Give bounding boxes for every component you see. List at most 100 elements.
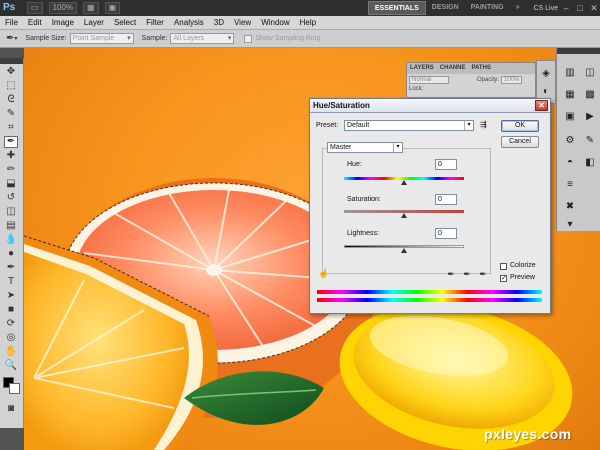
show-sampling-ring-checkbox[interactable]: [244, 34, 253, 43]
path-selection-tool-icon[interactable]: ➤: [4, 290, 18, 302]
panel-dock-grip[interactable]: [557, 48, 600, 54]
clone-source-panel-icon[interactable]: ◧: [583, 156, 597, 169]
opacity-label: Opacity:: [477, 77, 500, 83]
sample-select[interactable]: All Layers: [170, 33, 235, 44]
preview-label: Preview: [510, 274, 535, 281]
color-swatches: [0, 375, 23, 401]
channel-select[interactable]: Master ▾: [327, 142, 403, 153]
cs-live-button[interactable]: CS Live: [533, 5, 558, 12]
workspace-design[interactable]: DESIGN: [426, 1, 465, 15]
quick-mask-icon[interactable]: ◙: [4, 403, 18, 415]
preset-options-icon[interactable]: ⇶: [480, 120, 487, 129]
blend-mode-select[interactable]: Normal: [409, 76, 449, 84]
options-bar: ✒ ▾ Sample Size: Point Sample Sample: Al…: [0, 30, 600, 48]
tools-panel-grip[interactable]: [0, 58, 23, 64]
layers-panel-icon[interactable]: ◈: [539, 67, 553, 80]
eyedropper-plus-icon[interactable]: ✒: [462, 269, 472, 279]
lightness-slider-thumb[interactable]: [401, 248, 407, 253]
dodge-tool-icon[interactable]: ●: [4, 248, 18, 260]
menu-view[interactable]: View: [234, 18, 251, 27]
navigator-panel-icon[interactable]: ◫: [583, 66, 597, 79]
clone-stamp-tool-icon[interactable]: ⬓: [4, 178, 18, 190]
eyedropper-icon[interactable]: ✒: [446, 269, 456, 279]
histogram-panel-icon[interactable]: ▥: [563, 66, 577, 79]
eyedropper-tool-icon[interactable]: ✒: [4, 136, 18, 148]
minimize-icon[interactable]: –: [560, 2, 572, 14]
tool-presets-panel-icon[interactable]: ✖: [563, 200, 577, 213]
zoom-level-select[interactable]: 100%: [48, 2, 78, 14]
adjustments-panel-icon[interactable]: ⚙: [563, 134, 577, 147]
screen-mode-button[interactable]: ▣: [104, 2, 121, 14]
workspace-painting[interactable]: PAINTING: [465, 1, 510, 15]
styles-panel-icon[interactable]: ▣: [563, 110, 577, 123]
saturation-field[interactable]: 0: [435, 194, 457, 205]
background-color-swatch[interactable]: [9, 383, 20, 394]
actions-panel-icon[interactable]: ▶: [583, 110, 597, 123]
dialog-title-bar[interactable]: Hue/Saturation ✕: [310, 99, 550, 113]
gradient-tool-icon[interactable]: ▤: [4, 220, 18, 232]
move-tool-icon[interactable]: ✥: [4, 66, 18, 78]
cancel-button[interactable]: Cancel: [501, 136, 539, 148]
pen-tool-icon[interactable]: ✒: [4, 262, 18, 274]
notes-panel-icon[interactable]: ▾: [563, 218, 577, 231]
launch-bridge-button[interactable]: ▭: [27, 2, 43, 14]
tab-layers[interactable]: LAYERS: [407, 63, 437, 74]
menu-window[interactable]: Window: [261, 18, 289, 27]
channels-panel-icon[interactable]: ◐: [539, 85, 553, 98]
lightness-field[interactable]: 0: [435, 228, 457, 239]
close-icon[interactable]: ✕: [588, 2, 600, 14]
eyedropper-minus-icon[interactable]: ✒: [478, 269, 488, 279]
workspace-more[interactable]: »: [510, 1, 526, 15]
masks-panel-icon[interactable]: ◓: [563, 156, 577, 169]
hue-saturation-dialog: Hue/Saturation ✕ Preset: Default ▾ ⇶ OK …: [309, 98, 551, 314]
menu-edit[interactable]: Edit: [28, 18, 42, 27]
ok-button[interactable]: OK: [501, 120, 539, 132]
on-image-adjust-hand-icon[interactable]: ☝: [318, 268, 329, 279]
zoom-tool-icon[interactable]: 🔍: [4, 360, 18, 372]
eraser-tool-icon[interactable]: ◫: [4, 206, 18, 218]
workspace-essentials[interactable]: ESSENTIALS: [367, 1, 426, 15]
sample-size-select[interactable]: Point Sample: [69, 33, 134, 44]
shape-tool-icon[interactable]: ■: [4, 304, 18, 316]
menu-help[interactable]: Help: [300, 18, 316, 27]
tab-channels[interactable]: CHANNE: [437, 63, 469, 74]
tab-paths[interactable]: PATHS: [468, 63, 493, 74]
saturation-slider-thumb[interactable]: [401, 213, 407, 218]
blur-tool-icon[interactable]: 💧: [4, 234, 18, 246]
lock-label: Lock:: [409, 86, 424, 92]
brush-tool-icon[interactable]: ✏: [4, 164, 18, 176]
quick-selection-tool-icon[interactable]: ✎: [4, 108, 18, 120]
hue-field[interactable]: 0: [435, 159, 457, 170]
colorize-checkbox[interactable]: [500, 263, 507, 270]
swatches-panel-icon[interactable]: ▩: [583, 88, 597, 101]
dialog-title: Hue/Saturation: [313, 101, 370, 110]
hand-tool-icon[interactable]: ✋: [4, 346, 18, 358]
3d-rotate-tool-icon[interactable]: ⟳: [4, 318, 18, 330]
healing-brush-tool-icon[interactable]: ✚: [4, 150, 18, 162]
menu-select[interactable]: Select: [114, 18, 136, 27]
dialog-close-button[interactable]: ✕: [535, 100, 548, 111]
tool-preset-arrow-icon[interactable]: ▾: [14, 35, 17, 42]
opacity-field[interactable]: 100%: [501, 76, 523, 84]
color-panel-icon[interactable]: ▦: [563, 88, 577, 101]
3d-orbit-tool-icon[interactable]: ◎: [4, 332, 18, 344]
menu-file[interactable]: File: [5, 18, 18, 27]
history-brush-tool-icon[interactable]: ↺: [4, 192, 18, 204]
menu-filter[interactable]: Filter: [146, 18, 164, 27]
crop-tool-icon[interactable]: ⌗: [4, 122, 18, 134]
menu-analysis[interactable]: Analysis: [174, 18, 204, 27]
preset-select[interactable]: Default ▾: [344, 120, 474, 131]
view-extras-button[interactable]: ▦: [83, 2, 99, 14]
menu-3d[interactable]: 3D: [214, 18, 224, 27]
preview-checkbox[interactable]: ✓: [500, 275, 507, 282]
menu-layer[interactable]: Layer: [84, 18, 104, 27]
lasso-tool-icon[interactable]: ᘓ: [4, 94, 18, 106]
maximize-icon[interactable]: □: [574, 2, 586, 14]
menu-image[interactable]: Image: [52, 18, 74, 27]
info-panel-icon[interactable]: ≡: [563, 178, 577, 191]
hue-slider-thumb[interactable]: [401, 180, 407, 185]
marquee-tool-icon[interactable]: ⬚: [4, 80, 18, 92]
brush-panel-icon[interactable]: ✎: [583, 134, 597, 147]
type-tool-icon[interactable]: T: [4, 276, 18, 288]
eyedropper-icon[interactable]: ✒: [6, 33, 14, 44]
